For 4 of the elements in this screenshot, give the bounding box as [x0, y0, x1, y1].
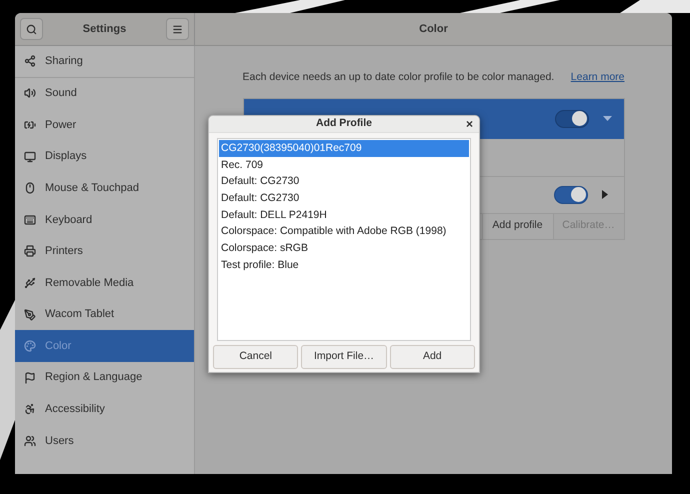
- window-title: Color: [419, 22, 448, 37]
- description-text: Each device needs an up to date color profile to be color managed.: [242, 70, 554, 85]
- sidebar-title: Settings: [82, 22, 128, 37]
- dialog-title: Add Profile: [316, 116, 372, 132]
